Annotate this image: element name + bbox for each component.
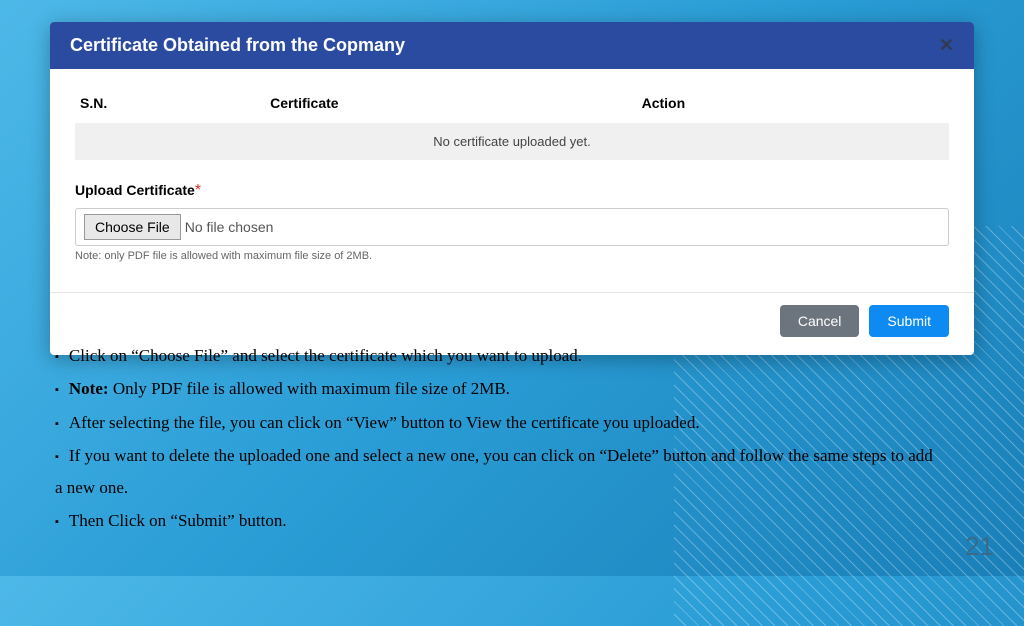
page-number: 21 <box>965 531 994 562</box>
instruction-item: Then Click on “Submit” button. <box>55 505 944 536</box>
upload-section: Upload Certificate* Choose File No file … <box>75 182 949 262</box>
submit-button[interactable]: Submit <box>869 305 949 337</box>
instruction-item: After selecting the file, you can click … <box>55 407 944 438</box>
modal-header: Certificate Obtained from the Copmany ✕ <box>50 22 974 69</box>
modal-body: S.N. Certificate Action No certificate u… <box>50 69 974 274</box>
table-header: S.N. Certificate Action <box>75 87 949 119</box>
certificate-modal: Certificate Obtained from the Copmany ✕ … <box>50 22 974 355</box>
close-icon[interactable]: ✕ <box>939 35 954 56</box>
col-certificate: Certificate <box>270 95 642 111</box>
upload-label: Upload Certificate <box>75 182 195 198</box>
empty-message: No certificate uploaded yet. <box>75 123 949 160</box>
file-input[interactable]: Choose File No file chosen <box>75 208 949 246</box>
instructions-list: Click on “Choose File” and select the ce… <box>55 340 944 539</box>
modal-title: Certificate Obtained from the Copmany <box>70 35 405 56</box>
required-asterisk: * <box>195 182 201 199</box>
instruction-item: Note: Only PDF file is allowed with maxi… <box>55 373 944 404</box>
note-bold: Note: <box>69 379 109 398</box>
col-sn: S.N. <box>80 95 270 111</box>
note-rest: Only PDF file is allowed with maximum fi… <box>109 379 510 398</box>
file-note: Note: only PDF file is allowed with maxi… <box>75 250 949 262</box>
choose-file-button[interactable]: Choose File <box>84 214 181 240</box>
file-status: No file chosen <box>185 219 274 235</box>
col-action: Action <box>642 95 944 111</box>
instruction-item: If you want to delete the uploaded one a… <box>55 440 944 503</box>
instruction-item: Click on “Choose File” and select the ce… <box>55 340 944 371</box>
cancel-button[interactable]: Cancel <box>780 305 860 337</box>
